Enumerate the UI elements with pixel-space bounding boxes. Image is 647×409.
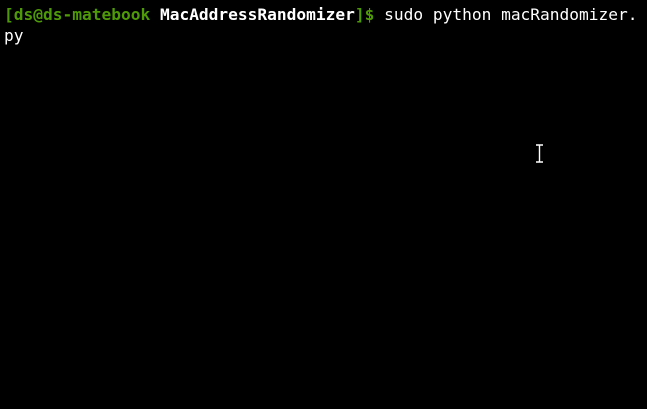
prompt-at: @ bbox=[33, 5, 43, 24]
prompt-host: ds-matebook bbox=[43, 5, 151, 24]
terminal-window[interactable]: [ds@ds-matebook MacAddressRandomizer]$ s… bbox=[0, 0, 647, 409]
text-ibeam-cursor-icon bbox=[536, 144, 543, 163]
terminal-line: [ds@ds-matebook MacAddressRandomizer]$ s… bbox=[4, 5, 638, 45]
prompt-directory: MacAddressRandomizer bbox=[159, 5, 355, 24]
prompt-symbol: $ bbox=[364, 5, 375, 24]
prompt-close-bracket: ] bbox=[354, 5, 365, 24]
prompt-user: ds bbox=[13, 5, 34, 24]
prompt-open-bracket: [ bbox=[4, 5, 14, 24]
